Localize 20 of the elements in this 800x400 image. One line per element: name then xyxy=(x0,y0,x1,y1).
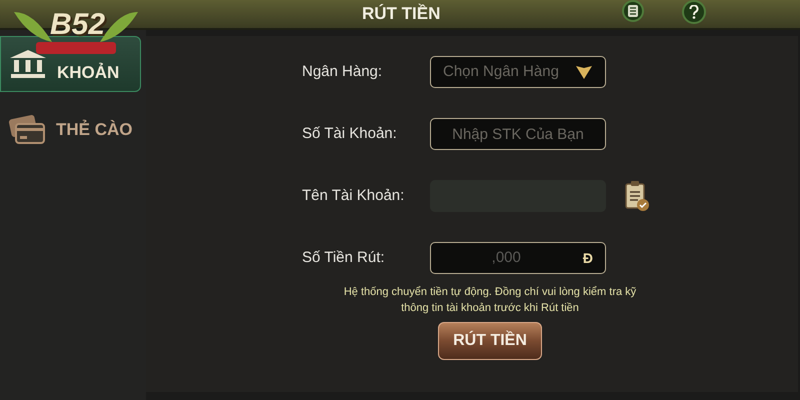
field-label: Tên Tài Khoản: xyxy=(302,186,406,206)
withdraw-button[interactable]: RÚT TIỀN xyxy=(438,322,542,360)
help-icon xyxy=(689,5,699,19)
chevron-down-icon xyxy=(575,64,593,80)
bank-icon xyxy=(9,49,47,79)
sidebar-tab[interactable]: THẺ CÀO xyxy=(0,102,141,158)
field-label: Số Tài Khoản: xyxy=(302,124,398,144)
field-label: Ngân Hàng: xyxy=(302,62,384,82)
window-title: RÚT TIỀN xyxy=(362,2,440,26)
currency-symbol: Đ xyxy=(582,248,593,268)
notice-text: Hệ thống chuyển tiền tự động. Đồng chí vui lòng kiểm tra kỹ thông tin tài khoản trước khi Rút tiền xyxy=(342,285,638,316)
list-icon xyxy=(628,5,638,17)
clipboard-check-icon[interactable] xyxy=(624,180,650,212)
credit-card-icon xyxy=(8,115,46,145)
list-button[interactable] xyxy=(622,0,644,22)
bank-select[interactable]: Chọn Ngân Hàng xyxy=(430,56,606,88)
account-number-field[interactable]: Nhập STK Của Bạn xyxy=(430,118,606,150)
help-button[interactable] xyxy=(682,0,706,24)
field-label: Số Tiền Rút: xyxy=(302,248,386,268)
amount-field[interactable]: ,000 Đ xyxy=(430,242,606,274)
